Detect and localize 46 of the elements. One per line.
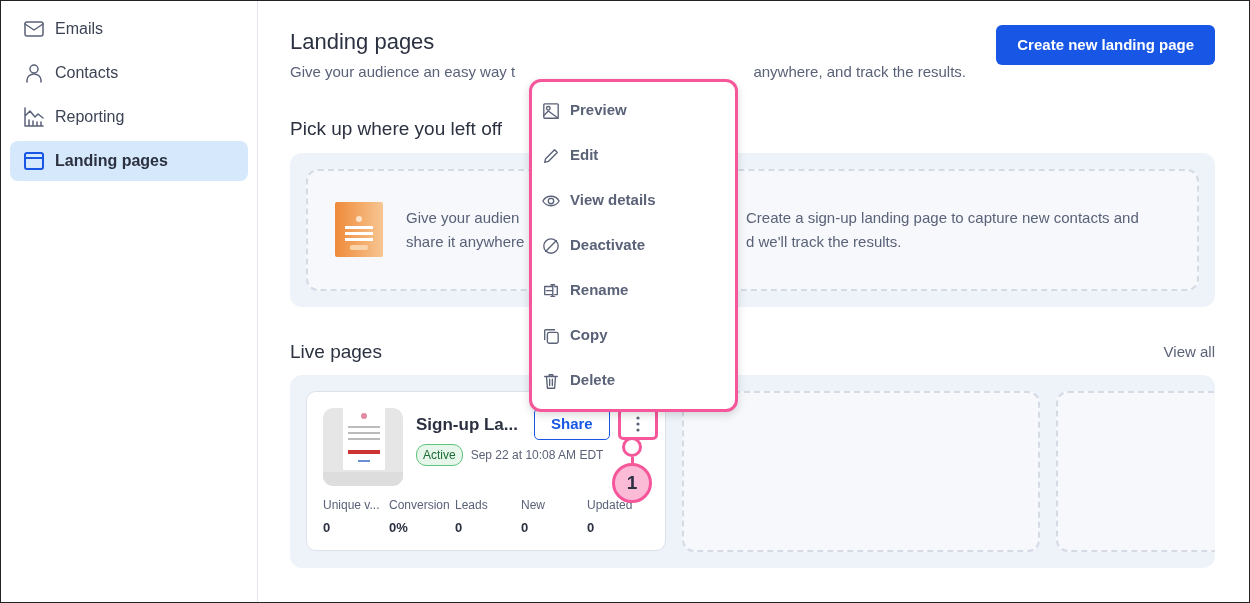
- stat-label: New: [521, 497, 546, 515]
- sidebar-item[interactable]: Reporting: [10, 97, 248, 137]
- mail-icon: [23, 18, 45, 40]
- chart-icon: [23, 106, 45, 128]
- date-text: Sep 22 at 10:08 AM EDT: [470, 447, 604, 465]
- view-all-link[interactable]: View all: [1163, 340, 1215, 364]
- kebab-icon: [635, 416, 640, 433]
- rename-icon: [542, 281, 560, 300]
- pencil-icon: [542, 146, 560, 165]
- promo-text: share it anywhere: [406, 231, 525, 252]
- page-title: Landing pages: [290, 29, 436, 56]
- stat-value: 0: [323, 519, 332, 538]
- menu-item[interactable]: View details: [532, 178, 735, 223]
- section-heading: Pick up where you left off: [290, 117, 502, 141]
- stat-value: 0: [455, 519, 464, 538]
- sidebar-item[interactable]: Landing pages: [10, 141, 248, 181]
- signup-form-illustration: [334, 200, 386, 259]
- page-description: Give your audience an easy way t: [290, 62, 516, 83]
- section-heading: Live pages: [290, 340, 382, 364]
- copy-icon: [542, 326, 560, 345]
- stat-label: Leads: [455, 497, 489, 515]
- create-landing-page-button[interactable]: Create new landing page: [996, 25, 1215, 65]
- page-description: anywhere, and track the results.: [753, 62, 966, 83]
- menu-item[interactable]: Preview: [532, 88, 735, 133]
- stat-value: 0: [587, 519, 596, 538]
- window-icon: [23, 150, 45, 172]
- menu-item[interactable]: Rename: [532, 268, 735, 313]
- stat-label: Unique v...: [323, 497, 381, 515]
- promo-text: d we'll track the results.: [746, 231, 903, 252]
- stat-label: Conversion: [389, 497, 451, 515]
- ban-icon: [542, 236, 560, 255]
- menu-item[interactable]: Deactivate: [532, 223, 735, 268]
- stat-value: 0%: [389, 519, 409, 538]
- image-icon: [542, 101, 560, 120]
- status-badge: Active: [416, 444, 463, 467]
- menu-item[interactable]: Copy: [532, 313, 735, 358]
- sidebar-item[interactable]: Emails: [10, 9, 248, 49]
- page-name: Sign-up La...: [416, 413, 519, 436]
- trash-icon: [542, 371, 560, 390]
- stat-value: 0: [521, 519, 530, 538]
- menu-item[interactable]: Delete: [532, 358, 735, 403]
- sidebar-item[interactable]: Contacts: [10, 53, 248, 93]
- menu-item[interactable]: Edit: [532, 133, 735, 178]
- person-icon: [23, 62, 45, 84]
- promo-text: Create a sign-up landing page to capture new contacts and: [746, 207, 1140, 228]
- promo-text: Give your audien: [406, 207, 521, 228]
